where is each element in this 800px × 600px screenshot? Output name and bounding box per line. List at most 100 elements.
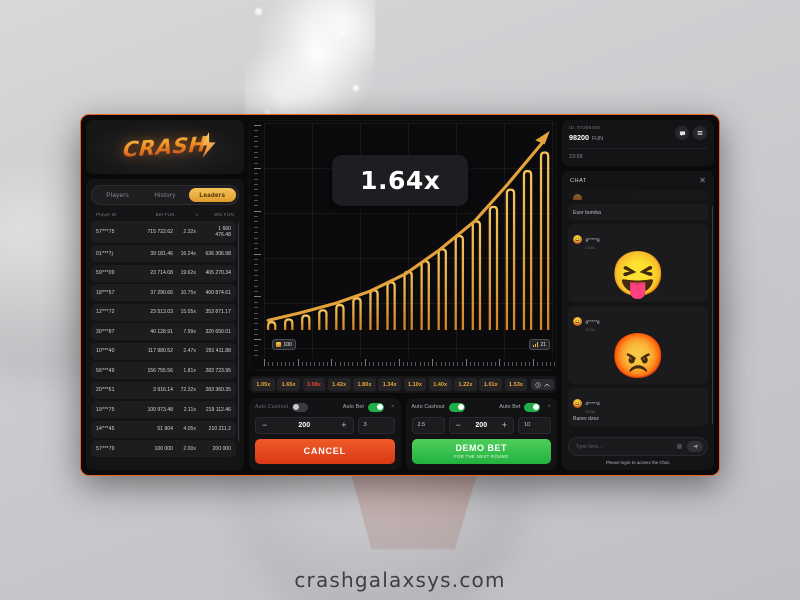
auto-cashout-input-right[interactable]: 2.5 bbox=[411, 416, 445, 434]
demo-bet-button[interactable]: DEMO BET FOR THE NEXT ROUND bbox=[411, 438, 551, 464]
increment-button-right[interactable]: + bbox=[502, 420, 507, 430]
bet-panel-right-toggles: Auto Cashout Auto Bet × bbox=[412, 403, 551, 412]
cell-win: 291 411.88 bbox=[205, 348, 231, 355]
chart-bar bbox=[369, 289, 379, 331]
bet-amount-stepper-left[interactable]: − 200 + bbox=[255, 416, 354, 434]
history-multiplier-chip[interactable]: 3.98x bbox=[302, 378, 326, 391]
cancel-button[interactable]: CANCEL bbox=[255, 438, 395, 464]
close-panel-icon-right[interactable]: × bbox=[547, 404, 551, 410]
auto-cashout-toggle-right[interactable] bbox=[448, 403, 465, 412]
chat-bubble-icon[interactable] bbox=[675, 126, 689, 140]
table-row[interactable]: 57***75 715 722.62 2.32x 1 660 476.48 bbox=[91, 221, 236, 243]
account-top-row: ID: 97386369 98200 FUN bbox=[569, 126, 707, 142]
bet-amount-stepper-right[interactable]: − 200 + bbox=[448, 416, 514, 434]
leaderboard-header-row: Player ID Bet FUN x Win FUN bbox=[91, 210, 239, 221]
chip-icon bbox=[276, 342, 281, 347]
chat-message-user: g*****g bbox=[585, 237, 600, 242]
avatar: 😀 bbox=[573, 234, 582, 244]
close-panel-icon-left[interactable]: × bbox=[391, 404, 395, 410]
hamburger-menu-icon[interactable] bbox=[693, 126, 707, 140]
history-multiplier-chip[interactable]: 1.22x bbox=[454, 378, 477, 391]
decrement-button-left[interactable]: − bbox=[262, 420, 267, 430]
cell-bet: 715 722.62 bbox=[147, 228, 173, 235]
chat-messages[interactable]: Esor bomba 😀 g*****g 23:51 😝 😀 g*****g 23:54 😡 😀 d… bbox=[562, 190, 714, 432]
chat-message: 😀 d*****d 23:56 Barev dzez bbox=[568, 388, 708, 427]
table-row[interactable]: 14***45 51 904 4.05x 210 211.2 bbox=[91, 420, 236, 438]
chart-bar bbox=[420, 260, 430, 331]
crash-logo: CRASH bbox=[117, 130, 216, 164]
chat-panel: CHAT ✕ Esor bomba 😀 g*****g 23:51 😝 😀 g*****g 2… bbox=[562, 171, 714, 470]
auto-bet-toggle-right[interactable] bbox=[524, 403, 541, 412]
tab-leaders[interactable]: Leaders bbox=[188, 188, 236, 202]
cell-player-id: 18***57 bbox=[96, 289, 115, 296]
cell-multiplier: 1.81x bbox=[183, 367, 196, 374]
auto-bet-group-left: Auto Bet × bbox=[343, 403, 395, 412]
cell-win: 465 270.34 bbox=[205, 270, 231, 277]
leaderboard-scrollbar[interactable] bbox=[237, 223, 239, 441]
chat-message-time: 23:56 bbox=[585, 410, 596, 415]
history-multiplier-chip[interactable]: 1.65x bbox=[277, 378, 301, 391]
demo-bet-button-sublabel: FOR THE NEXT ROUND bbox=[454, 454, 509, 460]
table-row[interactable]: 30***87 40 128.91 7.99x 320 650.01 bbox=[91, 323, 236, 341]
tab-players[interactable]: Players bbox=[94, 188, 141, 202]
clock-time: 23:58 bbox=[569, 154, 583, 160]
history-multiplier-chip[interactable]: 1.53x bbox=[504, 378, 528, 391]
table-row[interactable]: 20***61 3 916.14 72.32x 283 360.35 bbox=[91, 381, 236, 399]
chat-input-row[interactable]: Type here... bbox=[568, 437, 708, 456]
demo-bet-button-label: DEMO BET bbox=[455, 443, 507, 454]
auto-bet-toggle-left[interactable] bbox=[367, 403, 384, 412]
chevron-up-icon bbox=[544, 383, 550, 386]
chart-bar bbox=[505, 188, 516, 331]
chat-message-header: 😀 g*****g 23:51 bbox=[573, 228, 703, 250]
chart-bar bbox=[266, 321, 277, 331]
table-row[interactable]: 10***40 117 980.52 2.47x 291 411.88 bbox=[91, 342, 236, 360]
history-multiplier-chip[interactable]: 1.34x bbox=[378, 378, 402, 391]
chat-close-icon[interactable]: ✕ bbox=[699, 177, 706, 185]
chart-bar bbox=[318, 309, 328, 331]
table-row[interactable]: 12***72 23 513.03 15.05x 353 871.17 bbox=[91, 303, 236, 321]
bar-chart-icon bbox=[532, 342, 538, 347]
table-row[interactable]: 01***7j 39 181.46 16.24x 636 306.98 bbox=[91, 245, 236, 263]
multiplier-history-bar: 1.05x 1.65x 3.98x 1.42x 1.80x 1.34x 1.10x 1.40x… bbox=[249, 376, 557, 393]
right-sidebar: ID: 97386369 98200 FUN 23:58 CHAT ✕ Esor… bbox=[562, 120, 714, 470]
chat-footer: Type here... Please login to access the … bbox=[562, 432, 714, 470]
auto-cashout-toggle-left[interactable] bbox=[292, 403, 309, 412]
auto-bet-group-right: Auto Bet × bbox=[499, 403, 551, 412]
chat-scrollbar[interactable] bbox=[711, 206, 713, 424]
bet-inputs-right: 2.5 − 200 + 10 bbox=[411, 416, 551, 434]
chat-message-emoji: 😝 bbox=[610, 250, 666, 299]
emoji-picker-icon[interactable] bbox=[676, 443, 683, 450]
send-icon[interactable] bbox=[687, 441, 703, 452]
table-row[interactable]: 59***09 23 714.08 19.62x 465 270.34 bbox=[91, 264, 236, 282]
history-multiplier-chip[interactable]: 1.01x bbox=[479, 378, 503, 391]
chat-input[interactable]: Type here... bbox=[576, 444, 672, 450]
history-multiplier-chip[interactable]: 1.40x bbox=[428, 378, 452, 391]
history-multiplier-chip[interactable]: 1.80x bbox=[353, 378, 376, 391]
tab-history[interactable]: History bbox=[141, 188, 188, 202]
table-row[interactable]: 57***79 100 000 2.00x 200 000 bbox=[91, 440, 236, 458]
table-row[interactable]: 18***57 37 290.66 10.75x 400 874.61 bbox=[91, 284, 236, 302]
bet-amount-badge: 100 bbox=[272, 339, 296, 350]
rounds-input-left[interactable]: 3 bbox=[357, 416, 395, 434]
increment-button-left[interactable]: + bbox=[341, 420, 346, 430]
chat-message: 😀 g*****g 23:51 😝 bbox=[568, 224, 708, 303]
cell-player-id: 56***49 bbox=[96, 367, 115, 374]
chart-bar bbox=[284, 318, 294, 331]
chat-message-user: g*****g bbox=[585, 319, 600, 325]
decrement-button-right[interactable]: − bbox=[456, 420, 461, 430]
account-balance-value: 98200 bbox=[569, 133, 589, 142]
cell-player-id: 30***87 bbox=[96, 328, 115, 335]
chart-bar bbox=[539, 151, 550, 331]
chat-message-user: d*****d bbox=[585, 401, 600, 407]
history-multiplier-chip[interactable]: 1.42x bbox=[327, 378, 351, 391]
rounds-input-right[interactable]: 10 bbox=[518, 416, 551, 434]
table-row[interactable]: 19***75 100 973.48 2.11x 219 112.46 bbox=[91, 401, 236, 419]
table-row[interactable]: 56***49 156 755.56 1.81x 283 723.95 bbox=[91, 362, 236, 380]
column-header-win: Win FUN bbox=[213, 212, 234, 217]
cell-bet: 23 714.08 bbox=[150, 270, 173, 277]
history-multiplier-chip[interactable]: 1.05x bbox=[252, 378, 275, 391]
cell-player-id: 57***79 bbox=[96, 445, 115, 452]
account-info: ID: 97386369 98200 FUN bbox=[569, 126, 603, 142]
history-multiplier-chip[interactable]: 1.10x bbox=[403, 378, 427, 391]
history-controls[interactable] bbox=[530, 379, 554, 390]
